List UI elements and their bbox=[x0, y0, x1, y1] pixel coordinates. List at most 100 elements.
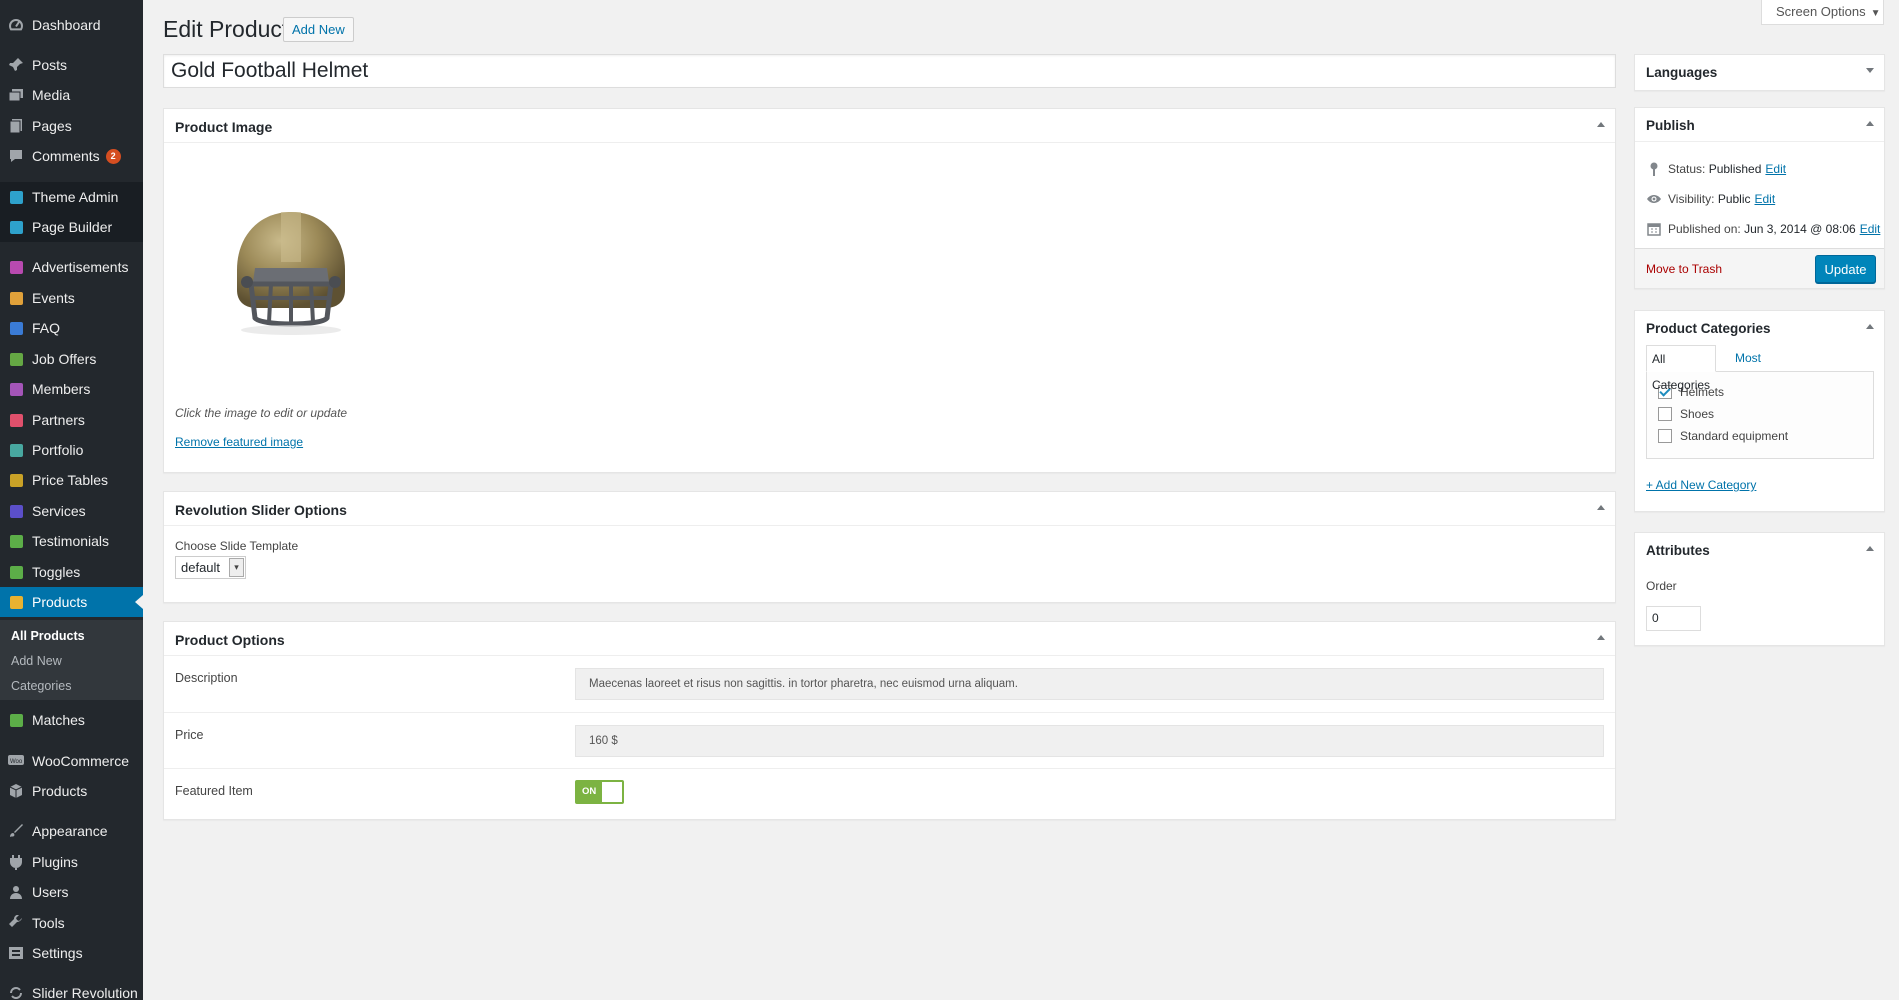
post-title-input[interactable] bbox=[163, 54, 1616, 88]
attributes-header[interactable]: Attributes bbox=[1635, 533, 1884, 567]
checkbox-unchecked[interactable] bbox=[1658, 429, 1672, 443]
edit-visibility-link[interactable]: Edit bbox=[1755, 192, 1776, 206]
category-item-standard-equipment[interactable]: Standard equipment bbox=[1658, 429, 1788, 443]
publish-actions: Move to Trash Update bbox=[1635, 248, 1884, 288]
sidebar-item-woocommerce[interactable]: Woo WooCommerce bbox=[0, 746, 143, 776]
sidebar-item-label: Events bbox=[32, 290, 75, 306]
visibility-label: Visibility: bbox=[1668, 192, 1715, 206]
collapse-arrow-icon[interactable] bbox=[1597, 635, 1605, 640]
update-button[interactable]: Update bbox=[1815, 255, 1876, 283]
sidebar-item-plugins[interactable]: Plugins bbox=[0, 847, 143, 877]
sidebar-item-matches[interactable]: Matches bbox=[0, 705, 143, 735]
box-title: Revolution Slider Options bbox=[175, 502, 347, 518]
category-item-shoes[interactable]: Shoes bbox=[1658, 407, 1714, 421]
sidebar-item-products-woo[interactable]: Products bbox=[0, 776, 143, 806]
collapse-arrow-icon[interactable] bbox=[1866, 121, 1874, 126]
visibility-row: Visibility: Public Edit bbox=[1646, 192, 1775, 206]
option-row-price: Price 160 $ bbox=[164, 712, 1615, 758]
description-field[interactable]: Maecenas laoreet et risus non sagittis. … bbox=[575, 668, 1604, 700]
sidebar-item-page-builder[interactable]: Page Builder bbox=[0, 212, 143, 242]
collapse-arrow-icon[interactable] bbox=[1597, 122, 1605, 127]
sidebar-item-label: Price Tables bbox=[32, 472, 109, 488]
sidebar-item-settings[interactable]: Settings bbox=[0, 938, 143, 968]
eye-icon bbox=[1646, 194, 1662, 204]
languages-header[interactable]: Languages bbox=[1635, 55, 1884, 89]
sidebar-item-testimonials[interactable]: Testimonials bbox=[0, 526, 143, 556]
screen-options-button[interactable]: Screen Options ▼ bbox=[1761, 0, 1884, 25]
collapse-arrow-icon[interactable] bbox=[1866, 546, 1874, 551]
sidebar-item-label: FAQ bbox=[32, 320, 61, 336]
option-label: Description bbox=[175, 671, 238, 685]
status-value: Published bbox=[1708, 162, 1762, 176]
testimonials-icon bbox=[8, 533, 24, 549]
users-icon bbox=[8, 884, 24, 900]
move-to-trash-link[interactable]: Move to Trash bbox=[1646, 262, 1722, 276]
sidebar-item-tools[interactable]: Tools bbox=[0, 908, 143, 938]
featured-item-toggle[interactable]: ON bbox=[575, 780, 624, 804]
sidebar-item-advertisements[interactable]: Advertisements bbox=[0, 252, 143, 282]
sidebar-item-comments[interactable]: Comments 2 bbox=[0, 141, 143, 171]
sidebar-item-members[interactable]: Members bbox=[0, 374, 143, 404]
publish-header[interactable]: Publish bbox=[1635, 108, 1884, 142]
box-title: Attributes bbox=[1646, 543, 1710, 558]
sidebar-item-theme-admin[interactable]: Theme Admin bbox=[0, 182, 143, 212]
sidebar-item-label: Media bbox=[32, 87, 71, 103]
submenu-all-products[interactable]: All Products bbox=[11, 629, 85, 643]
slide-template-select[interactable]: default ▾ bbox=[175, 556, 246, 579]
sidebar-item-job-offers[interactable]: Job Offers bbox=[0, 344, 143, 374]
sidebar-item-faq[interactable]: FAQ bbox=[0, 313, 143, 343]
sidebar-item-partners[interactable]: Partners bbox=[0, 405, 143, 435]
price-field[interactable]: 160 $ bbox=[575, 725, 1604, 757]
add-new-button[interactable]: Add New bbox=[283, 17, 354, 42]
admin-sidebar: Dashboard Posts Media Pages Comments 2 T… bbox=[0, 0, 143, 1000]
category-label: Shoes bbox=[1680, 407, 1715, 421]
sidebar-item-label: Plugins bbox=[32, 854, 78, 870]
sidebar-item-label: Users bbox=[32, 884, 69, 900]
sidebar-item-toggles[interactable]: Toggles bbox=[0, 557, 143, 587]
tab-most-used[interactable]: Most Used bbox=[1730, 345, 1768, 391]
members-icon bbox=[8, 381, 24, 397]
expand-arrow-icon[interactable] bbox=[1866, 68, 1874, 73]
sidebar-item-label: Comments bbox=[32, 148, 100, 164]
services-icon bbox=[8, 503, 24, 519]
featured-image[interactable] bbox=[221, 198, 361, 338]
remove-featured-image-link[interactable]: Remove featured image bbox=[175, 435, 303, 449]
order-input[interactable]: 0 bbox=[1646, 606, 1701, 631]
collapse-arrow-icon[interactable] bbox=[1597, 505, 1605, 510]
submenu-add-new[interactable]: Add New bbox=[11, 654, 62, 668]
chevron-down-icon: ▾ bbox=[229, 558, 244, 577]
checkbox-unchecked[interactable] bbox=[1658, 407, 1672, 421]
categories-header[interactable]: Product Categories bbox=[1635, 311, 1884, 345]
edit-date-link[interactable]: Edit bbox=[1860, 222, 1881, 236]
sidebar-item-label: Page Builder bbox=[32, 219, 113, 235]
sidebar-item-appearance[interactable]: Appearance bbox=[0, 816, 143, 846]
sidebar-item-services[interactable]: Services bbox=[0, 496, 143, 526]
sidebar-item-slider-revolution[interactable]: Slider Revolution bbox=[0, 978, 143, 1000]
advertisements-icon bbox=[8, 259, 24, 275]
image-hint-text: Click the image to edit or update bbox=[175, 406, 348, 420]
product-options-header[interactable]: Product Options bbox=[164, 622, 1615, 656]
sidebar-item-products[interactable]: Products bbox=[0, 587, 143, 617]
published-date-row: Published on: Jun 3, 2014 @ 08:06 Edit bbox=[1646, 222, 1880, 236]
sidebar-item-dashboard[interactable]: Dashboard bbox=[0, 10, 143, 40]
sidebar-item-posts[interactable]: Posts bbox=[0, 50, 143, 80]
job-offers-icon bbox=[8, 351, 24, 367]
sidebar-item-label: Tools bbox=[32, 915, 65, 931]
sidebar-item-events[interactable]: Events bbox=[0, 283, 143, 313]
sidebar-item-label: Services bbox=[32, 503, 86, 519]
submenu-categories[interactable]: Categories bbox=[11, 679, 71, 693]
calendar-icon bbox=[1646, 222, 1662, 236]
product-image-header[interactable]: Product Image bbox=[164, 109, 1615, 143]
tab-all-categories[interactable]: All Categories bbox=[1646, 345, 1717, 392]
collapse-arrow-icon[interactable] bbox=[1866, 324, 1874, 329]
sidebar-item-users[interactable]: Users bbox=[0, 877, 143, 907]
caret-down-icon: ▼ bbox=[1870, 8, 1881, 19]
sidebar-item-media[interactable]: Media bbox=[0, 80, 143, 110]
sidebar-item-price-tables[interactable]: Price Tables bbox=[0, 465, 143, 495]
sidebar-item-pages[interactable]: Pages bbox=[0, 111, 143, 141]
edit-status-link[interactable]: Edit bbox=[1765, 162, 1786, 176]
sidebar-item-portfolio[interactable]: Portfolio bbox=[0, 435, 143, 465]
faq-icon bbox=[8, 320, 24, 336]
revolution-slider-header[interactable]: Revolution Slider Options bbox=[164, 492, 1615, 526]
add-new-category-link[interactable]: + Add New Category bbox=[1646, 478, 1756, 492]
